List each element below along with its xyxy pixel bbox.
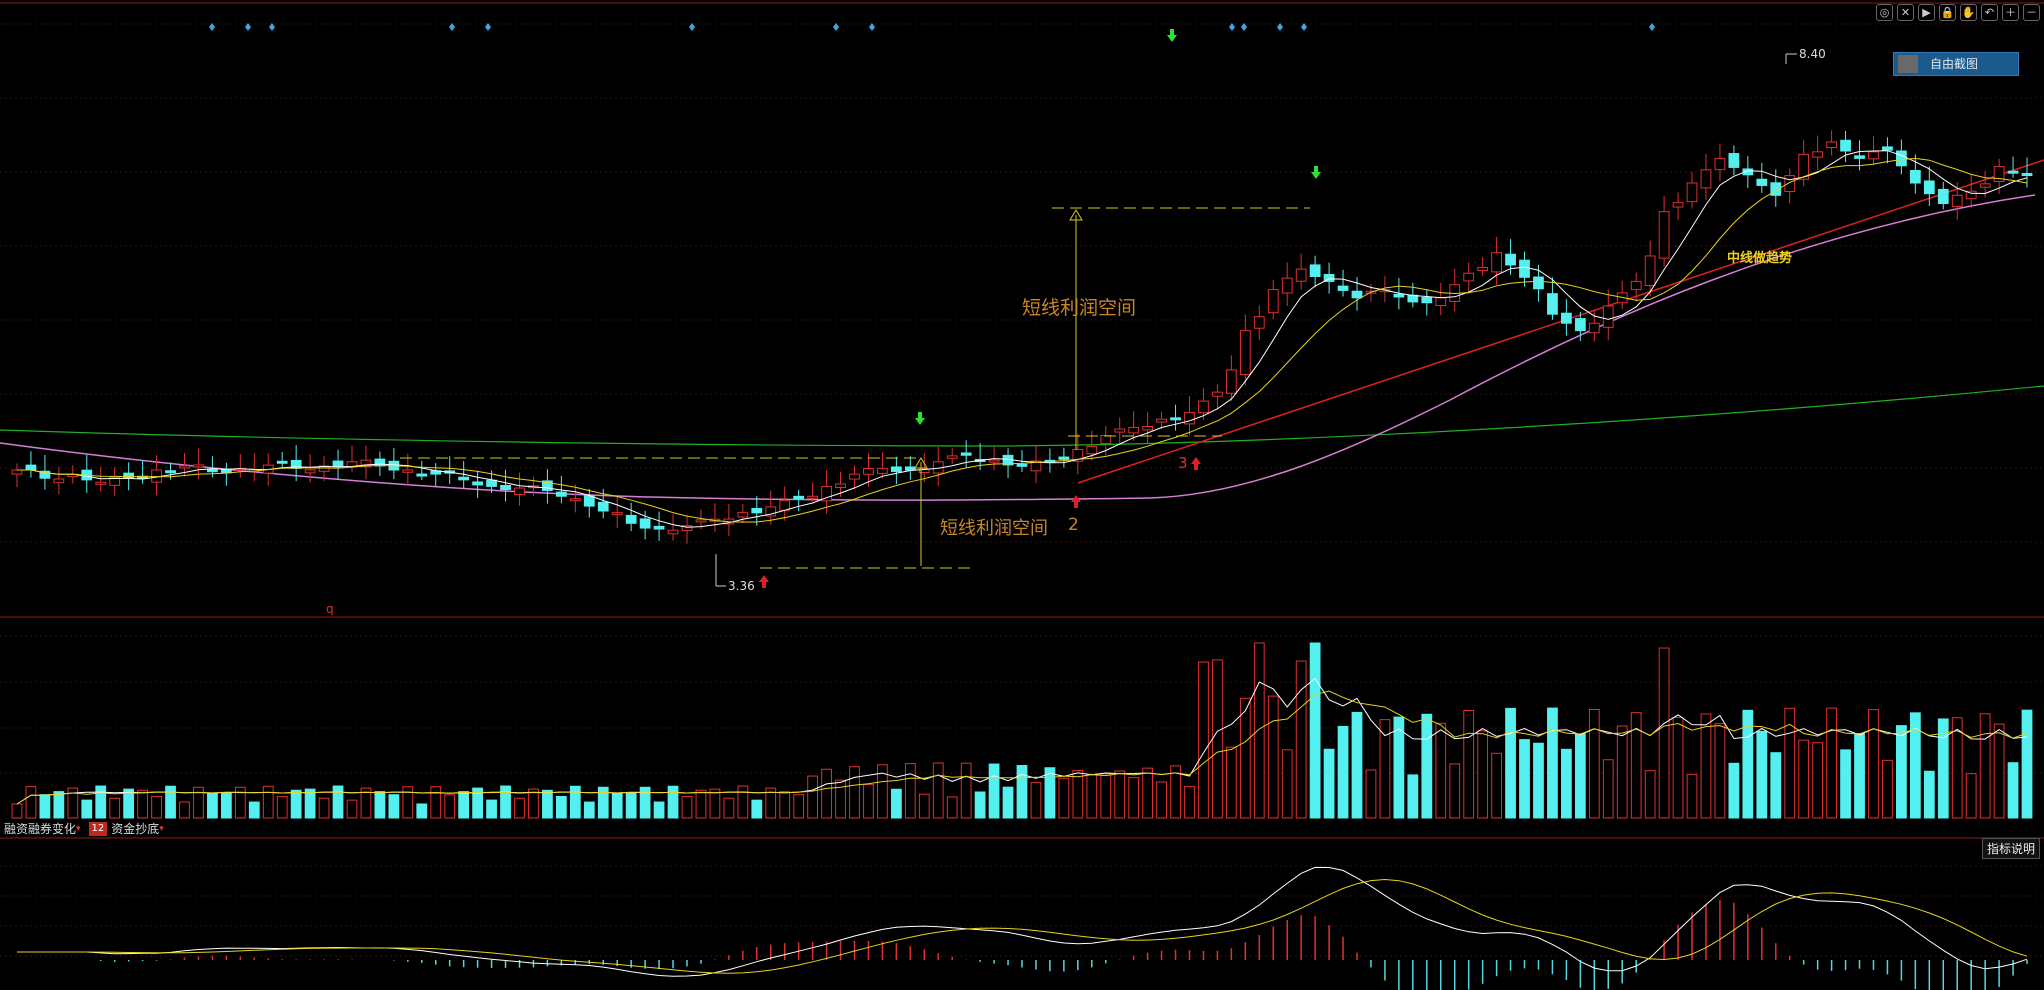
indicator-help-button[interactable]: 指标说明 — [1981, 838, 2040, 859]
zoom-in-icon[interactable]: ＋ — [2002, 4, 2019, 21]
lock-icon[interactable]: 🔒 — [1939, 4, 1956, 21]
undo-icon[interactable]: ↶ — [1981, 4, 1998, 21]
close-icon[interactable]: ✕ — [1897, 4, 1914, 21]
zoom-out-icon[interactable]: － — [2023, 4, 2040, 21]
ma-long-purple — [0, 194, 2036, 501]
chart-toolbar: ◎ ✕ ▶ 🔒 ✋ ↶ ＋－ — [1876, 4, 2040, 21]
ma-long-green — [0, 385, 2044, 447]
hand-icon[interactable]: ✋ — [1960, 4, 1977, 21]
marker-2: 2 — [1068, 515, 1079, 535]
tab-margin-trading[interactable]: 融资融券变化 ▾ — [0, 820, 85, 838]
stock-chart[interactable]: 短线利润空间 短线利润空间 2 3 中线做趋势 q 8.40 3.36 — [0, 0, 2044, 990]
play-icon[interactable]: ▶ — [1918, 4, 1935, 21]
marker-3: 3 — [1178, 454, 1188, 472]
marker-q: q — [326, 602, 334, 616]
candles — [11, 130, 2033, 544]
profit-space-label-upper: 短线利润空间 — [1022, 297, 1136, 319]
profit-space-annotation-lower: 短线利润空间 — [400, 457, 1048, 569]
free-screenshot-label: 自由截图 — [1930, 57, 1979, 71]
indicator-tabs: 融资融券变化 ▾ 12 资金抄底 ▾ — [0, 820, 168, 838]
tab-margin-trading-label: 融资融券变化 — [4, 822, 77, 836]
eye-icon[interactable]: ◎ — [1876, 4, 1893, 21]
tab-capital-bottom[interactable]: 12 资金抄底 ▾ — [85, 820, 168, 838]
free-screenshot-button[interactable]: 自由截图 — [1893, 52, 2019, 76]
trend-label: 中线做趋势 — [1727, 250, 1792, 266]
low-price-label: 3.36 — [728, 579, 755, 593]
tab-capital-bottom-label: 资金抄底 — [111, 822, 160, 836]
macd-dif-line — [17, 866, 2028, 977]
macd-histogram — [99, 899, 2028, 990]
profit-space-label-lower: 短线利润空间 — [940, 518, 1048, 539]
screenshot-icon — [1898, 55, 1918, 73]
profit-space-annotation-upper: 短线利润空间 — [1022, 207, 1310, 450]
high-price-label: 8.40 — [1799, 47, 1826, 61]
tab-number-badge: 12 — [88, 822, 108, 836]
